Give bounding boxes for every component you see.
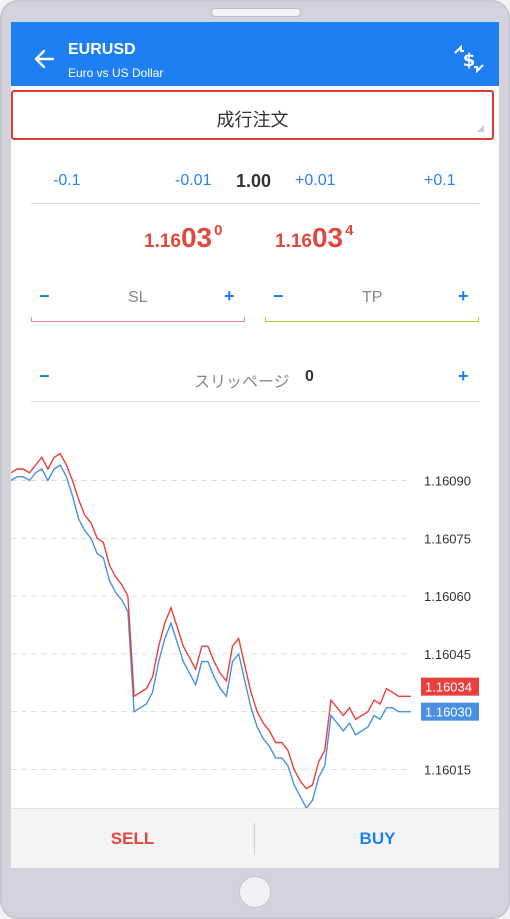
tp-underline	[265, 317, 479, 322]
symbol-subtitle: Euro vs US Dollar	[68, 66, 164, 80]
svg-text:$: $	[463, 50, 476, 71]
app-screen: EURUSD Euro vs US Dollar $ 成行注文 -0.1 -0.…	[11, 22, 499, 868]
y-tick-label: 1.16045	[424, 647, 471, 662]
phone-speaker	[211, 8, 301, 17]
sl-plus-button[interactable]: +	[224, 286, 235, 307]
slippage-value[interactable]: 0	[305, 368, 314, 386]
volume-minus-big-button[interactable]: -0.1	[53, 172, 81, 190]
symbol-title: EURUSD	[68, 41, 136, 58]
sell-price: 1.1603 0	[144, 222, 222, 254]
dropdown-corner-icon	[477, 125, 484, 132]
buy-price-point: 4	[345, 222, 354, 239]
buy-button[interactable]: BUY	[256, 809, 499, 868]
volume-underline	[31, 203, 479, 204]
home-button[interactable]	[239, 876, 271, 908]
slippage-underline	[31, 401, 479, 402]
volume-value[interactable]: 1.00	[236, 171, 271, 192]
sl-underline	[31, 317, 245, 322]
action-divider	[254, 823, 255, 855]
slippage-label: スリッページ	[194, 374, 290, 391]
sl-minus-button[interactable]: −	[39, 286, 50, 307]
sell-button[interactable]: SELL	[11, 809, 254, 868]
current-ask-label: 1.16034	[425, 680, 472, 695]
y-tick-label: 1.16060	[424, 589, 471, 604]
tp-plus-button[interactable]: +	[458, 286, 469, 307]
bid-price-line	[11, 464, 411, 808]
buy-price-prefix: 1.16	[275, 231, 312, 252]
order-type-select[interactable]: 成行注文	[11, 90, 494, 140]
currency-exchange-icon[interactable]: $	[452, 45, 486, 73]
sell-price-point: 0	[214, 222, 223, 239]
app-header: EURUSD Euro vs US Dollar $	[11, 22, 499, 86]
tp-minus-button[interactable]: −	[273, 286, 284, 307]
ask-price-line	[11, 452, 411, 790]
price-chart[interactable]: 1.16090 1.16075 1.16060 1.16045 1.16015 1.160…	[11, 442, 499, 808]
buy-price: 1.1603 4	[275, 222, 353, 254]
y-tick-label: 1.16090	[424, 474, 471, 489]
arrow-left-icon[interactable]	[33, 48, 55, 70]
buy-price-pips: 03	[311, 222, 344, 253]
sl-field[interactable]: SL	[128, 289, 148, 307]
slippage-plus-button[interactable]: +	[458, 366, 469, 387]
volume-plus-small-button[interactable]: +0.01	[295, 172, 335, 190]
slippage-minus-button[interactable]: −	[39, 366, 50, 387]
action-bar: SELL BUY	[11, 808, 499, 868]
y-tick-label: 1.16075	[424, 531, 471, 546]
tp-field[interactable]: TP	[362, 289, 382, 307]
order-type-label: 成行注文	[216, 110, 289, 130]
sell-price-prefix: 1.16	[144, 231, 181, 252]
sell-price-pips: 03	[180, 222, 213, 253]
current-bid-label: 1.16030	[425, 705, 472, 720]
volume-plus-big-button[interactable]: +0.1	[424, 172, 456, 190]
volume-minus-small-button[interactable]: -0.01	[175, 172, 211, 190]
y-tick-label: 1.16015	[424, 762, 471, 777]
phone-frame: EURUSD Euro vs US Dollar $ 成行注文 -0.1 -0.…	[0, 0, 510, 919]
